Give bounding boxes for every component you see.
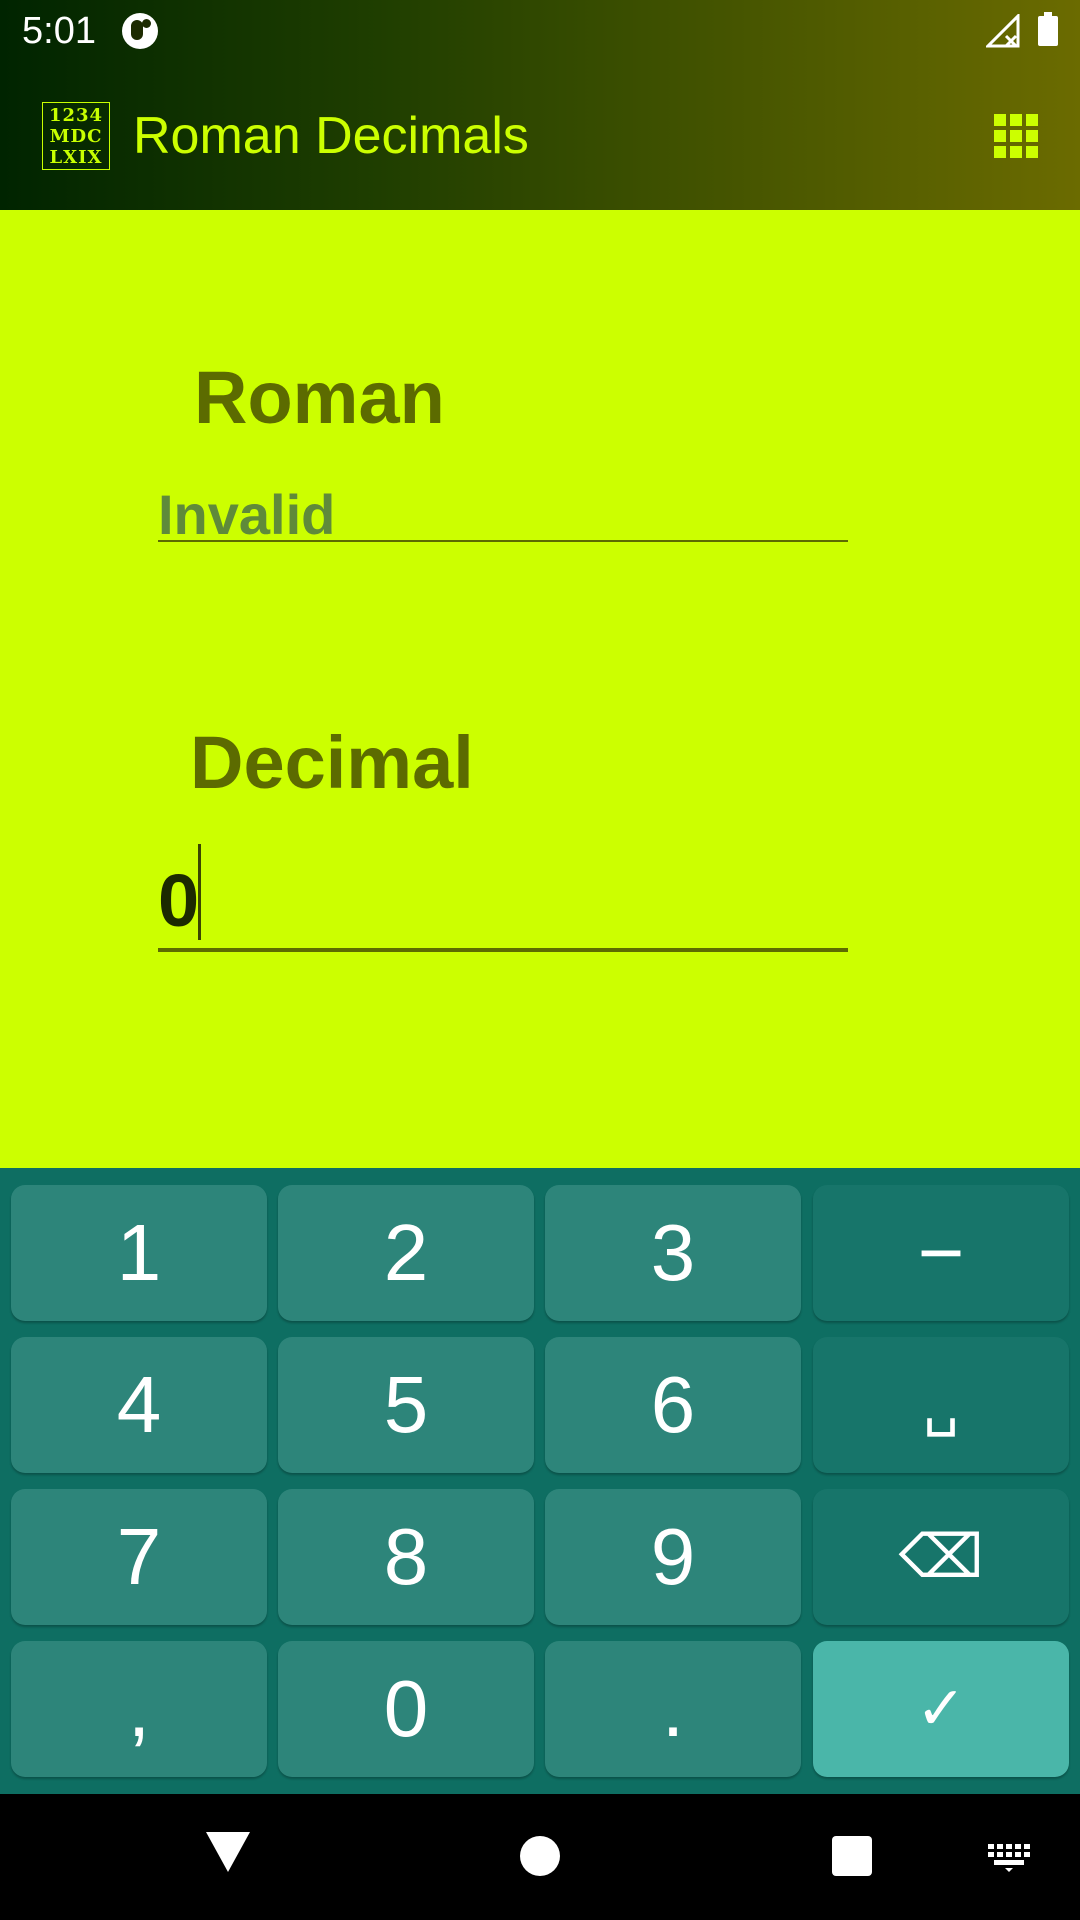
key-3[interactable]: 3	[545, 1185, 801, 1321]
navigation-bar	[0, 1794, 1080, 1920]
back-icon[interactable]	[206, 1832, 250, 1872]
app-logo-line: LXIX	[49, 147, 103, 168]
notification-app-icon	[122, 13, 158, 49]
key-1[interactable]: 1	[11, 1185, 267, 1321]
decimal-value: 0	[158, 859, 200, 942]
decimal-input[interactable]: 0	[158, 840, 848, 952]
key-6[interactable]: 6	[545, 1337, 801, 1473]
roman-input[interactable]: Invalid	[158, 480, 848, 546]
key-comma[interactable]: ,	[11, 1641, 267, 1777]
status-bar: 5:01	[0, 0, 1080, 64]
converter-form: Roman Invalid Decimal 0	[0, 210, 1080, 1168]
app-bar: 1234 MDC LXIX Roman Decimals	[0, 64, 1080, 210]
top-header: 5:01 1234 MDC LXIX Roman Decimals	[0, 0, 1080, 210]
key-9[interactable]: 9	[545, 1489, 801, 1625]
no-signal-icon	[986, 14, 1020, 48]
key-7[interactable]: 7	[11, 1489, 267, 1625]
home-icon[interactable]	[520, 1836, 560, 1876]
status-time: 5:01	[22, 10, 96, 52]
app-logo: 1234 MDC LXIX	[42, 102, 110, 170]
numeric-keyboard: 1 2 3 − 4 5 6 ␣ 7 8 9 ⌫ , 0 . ✓	[0, 1168, 1080, 1794]
key-period[interactable]: .	[545, 1641, 801, 1777]
key-2[interactable]: 2	[278, 1185, 534, 1321]
key-minus[interactable]: −	[813, 1185, 1069, 1321]
battery-icon	[1038, 12, 1058, 46]
key-done[interactable]: ✓	[813, 1641, 1069, 1777]
app-logo-line: MDC	[49, 126, 103, 147]
key-backspace[interactable]: ⌫	[813, 1489, 1069, 1625]
decimal-label: Decimal	[190, 721, 474, 804]
roman-value: Invalid	[158, 483, 336, 546]
grid-menu-icon[interactable]	[994, 114, 1040, 158]
text-cursor	[198, 844, 201, 940]
key-space[interactable]: ␣	[813, 1337, 1069, 1473]
recent-apps-icon[interactable]	[832, 1836, 872, 1876]
key-0[interactable]: 0	[278, 1641, 534, 1777]
key-4[interactable]: 4	[11, 1337, 267, 1473]
key-5[interactable]: 5	[278, 1337, 534, 1473]
roman-label: Roman	[194, 356, 445, 439]
app-logo-line: 1234	[48, 105, 104, 126]
app-title: Roman Decimals	[133, 107, 529, 165]
keyboard-icon[interactable]	[988, 1844, 1030, 1872]
key-8[interactable]: 8	[278, 1489, 534, 1625]
